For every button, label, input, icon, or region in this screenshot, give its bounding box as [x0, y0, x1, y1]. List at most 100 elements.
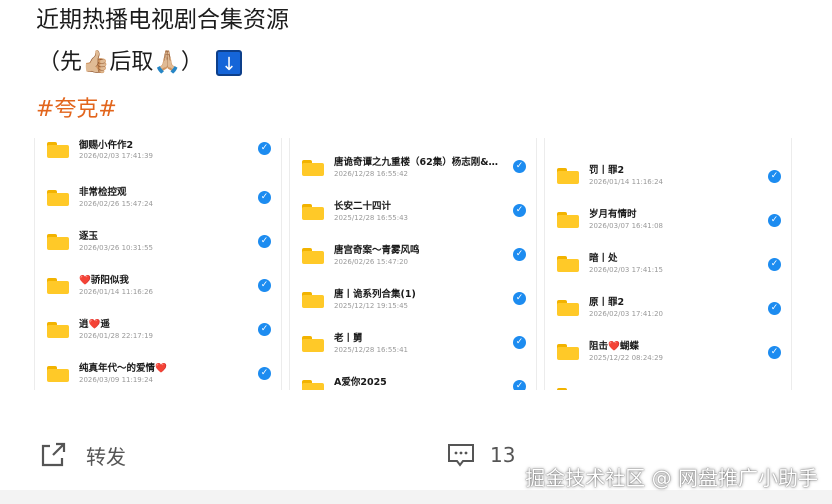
folder-name: 唐丨诡系列合集(1)	[334, 289, 416, 300]
checkmark-icon[interactable]: ✓	[513, 292, 526, 305]
folder-name: 御赐小仵作2	[79, 140, 134, 151]
list-item[interactable]: ❤️骄阳似我 2026/01/14 11:16:26 ✓	[35, 266, 281, 310]
list-item[interactable]: 御赐小仵作2 2026/02/03 17:41:39 ✓	[35, 138, 281, 178]
checkmark-icon[interactable]: ✓	[513, 336, 526, 349]
post-subtitle-line: （先👍🏼后取🙏🏼） ↓	[38, 46, 242, 80]
checkmark-icon[interactable]: ✓	[513, 204, 526, 217]
folder-icon	[47, 322, 69, 338]
checkmark-icon[interactable]: ✓	[768, 214, 781, 227]
folder-date: 2026/03/07 16:41:08	[589, 222, 664, 230]
folder-name: 老丨舅	[334, 333, 363, 344]
checkmark-icon[interactable]: ✓	[258, 367, 271, 380]
folder-date: 2026/12/28 16:55:42	[334, 170, 409, 178]
watermark: 掘金技术社区 @ 网盘推广小助手	[525, 466, 818, 490]
folder-icon	[557, 168, 579, 184]
list-item[interactable]	[545, 376, 791, 390]
folder-date: 2026/02/03 17:41:39	[79, 152, 154, 160]
list-item[interactable]: 非常检控观 2026/02/26 15:47:24 ✓	[35, 178, 281, 222]
folder-icon	[557, 300, 579, 316]
folder-date: 2025/12/28 16:55:41	[334, 346, 409, 354]
folder-icon	[302, 336, 324, 352]
list-item[interactable]: 罚丨罪2 2026/01/14 11:16:24 ✓	[545, 156, 791, 200]
comment-button[interactable]: 13	[446, 438, 515, 472]
comment-icon	[448, 444, 474, 467]
hashtag-link[interactable]: #夸克#	[36, 94, 117, 126]
share-icon	[41, 442, 66, 467]
folder-date: 2026/02/03 17:41:20	[589, 310, 664, 318]
bottom-bar	[0, 490, 832, 504]
subtitle-close: ）	[180, 50, 203, 75]
checkmark-icon[interactable]: ✓	[768, 258, 781, 271]
folder-date: 2025/12/28 16:55:43	[334, 214, 409, 222]
list-item[interactable]: 唐诡奇谭之九重楼（62集）杨志刚&… 2026/12/28 16:55:42 ✓	[290, 148, 536, 192]
folder-icon	[47, 234, 69, 250]
list-item[interactable]: 原丨罪2 2026/02/03 17:41:20 ✓	[545, 288, 791, 332]
list-item[interactable]: 阻击❤️蝴蝶 2025/12/22 08:24:29 ✓	[545, 332, 791, 376]
folder-date: 2026/02/26 15:47:20	[334, 258, 409, 266]
folder-list-panel-3: 罚丨罪2 2026/01/14 11:16:24 ✓ 岁月有情时 2026/03…	[544, 138, 792, 390]
folder-date: 2026/01/14 11:16:24	[589, 178, 664, 186]
list-item[interactable]: 长安二十四计 2025/12/28 16:55:43 ✓	[290, 192, 536, 236]
folder-name: 阻击❤️蝴蝶	[589, 341, 639, 352]
share-label: 转发	[86, 444, 126, 469]
checkmark-icon[interactable]: ✓	[258, 279, 271, 292]
checkmark-icon[interactable]: ✓	[768, 346, 781, 359]
folder-list-panel-1: 御赐小仵作2 2026/02/03 17:41:39 ✓ 非常检控观 2026/…	[34, 138, 282, 390]
checkmark-icon[interactable]: ✓	[768, 170, 781, 183]
list-item[interactable]: 老丨舅 2025/12/28 16:55:41 ✓	[290, 324, 536, 368]
checkmark-icon[interactable]: ✓	[258, 191, 271, 204]
subtitle-mid: 后取	[109, 50, 154, 75]
folder-name: 纯真年代～的爱情❤️	[79, 363, 167, 374]
folder-icon	[557, 388, 579, 390]
checkmark-icon[interactable]: ✓	[768, 302, 781, 315]
folder-name: 非常检控观	[79, 187, 127, 198]
folder-name: ❤️骄阳似我	[79, 275, 129, 286]
list-item[interactable]: 岁月有情时 2026/03/07 16:41:08 ✓	[545, 200, 791, 244]
folder-date: 2025/12/12 19:15:45	[334, 302, 409, 310]
folder-name: 长安二十四计	[334, 201, 392, 212]
comment-count: 13	[490, 443, 516, 467]
post-title: 近期热播电视剧合集资源	[36, 7, 289, 33]
folder-icon	[47, 366, 69, 382]
folder-icon	[302, 248, 324, 264]
folder-date: 2026/01/28 22:17:19	[79, 332, 154, 340]
folder-name: 唐诡奇谭之九重楼（62集）杨志刚&…	[334, 157, 499, 168]
folder-name: A爱你2025	[334, 377, 387, 388]
folder-date: 2025/12/22 08:24:29	[589, 354, 664, 362]
thumbs-up-emoji: 👍🏼	[82, 50, 110, 75]
list-item[interactable]: 逐玉 2026/03/26 10:31:55 ✓	[35, 222, 281, 266]
folder-date: 2026/01/14 11:16:26	[79, 288, 154, 296]
folder-icon	[302, 204, 324, 220]
folder-name: 原丨罪2	[589, 297, 625, 308]
folder-icon	[47, 142, 69, 158]
folder-icon	[302, 292, 324, 308]
pray-emoji: 🙏🏼	[153, 50, 181, 75]
list-item[interactable]: 唐丨诡系列合集(1) 2025/12/12 19:15:45 ✓	[290, 280, 536, 324]
list-item[interactable]: A爱你2025 ✓	[290, 368, 536, 390]
subtitle-open: （先	[38, 50, 83, 75]
checkmark-icon[interactable]: ✓	[258, 142, 271, 155]
folder-icon	[302, 160, 324, 176]
folder-name: 唐宫奇案～青雾风鸣	[334, 245, 420, 256]
list-item[interactable]: 纯真年代～的爱情❤️ 2026/03/09 11:19:24 ✓	[35, 354, 281, 390]
folder-name: 岁月有情时	[589, 209, 637, 220]
checkmark-icon[interactable]: ✓	[258, 235, 271, 248]
list-item[interactable]: 逍❤️遥 2026/01/28 22:17:19 ✓	[35, 310, 281, 354]
checkmark-icon[interactable]: ✓	[513, 380, 526, 390]
list-item[interactable]: 唐宫奇案～青雾风鸣 2026/02/26 15:47:20 ✓	[290, 236, 536, 280]
folder-icon	[557, 212, 579, 228]
folder-date: 2026/02/26 15:47:24	[79, 200, 154, 208]
folder-icon	[47, 190, 69, 206]
folder-name: 逍❤️遥	[79, 319, 110, 330]
checkmark-icon[interactable]: ✓	[258, 323, 271, 336]
folder-name: 逐玉	[79, 231, 99, 242]
folder-date: 2026/02/03 17:41:15	[589, 266, 664, 274]
folder-icon	[557, 344, 579, 360]
checkmark-icon[interactable]: ✓	[513, 160, 526, 173]
share-button[interactable]: 转发	[38, 438, 126, 472]
checkmark-icon[interactable]: ✓	[513, 248, 526, 261]
list-item[interactable]: 暗丨处 2026/02/03 17:41:15 ✓	[545, 244, 791, 288]
folder-icon	[302, 380, 324, 390]
folder-name: 罚丨罪2	[589, 165, 625, 176]
folder-name: 暗丨处	[589, 253, 618, 264]
